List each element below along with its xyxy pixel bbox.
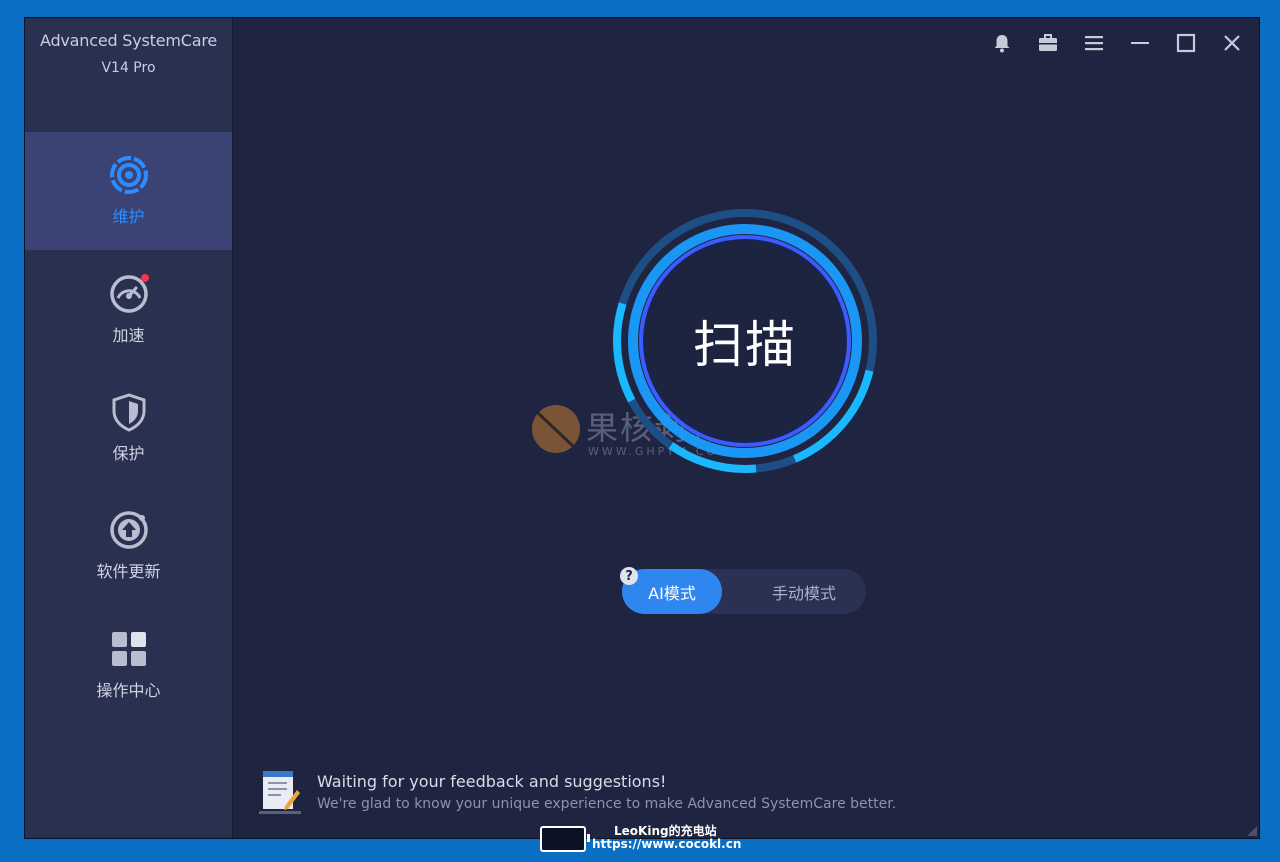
watermark-logo-icon <box>532 405 580 453</box>
sidebar-item-action-center[interactable]: 操作中心 <box>25 606 232 724</box>
maintenance-icon <box>109 155 149 195</box>
shield-icon <box>109 392 149 432</box>
sidebar-item-label: 软件更新 <box>96 562 161 581</box>
toolbox-icon <box>1039 34 1057 51</box>
close-icon <box>1224 35 1240 51</box>
notifications-button[interactable] <box>985 28 1019 58</box>
feedback-title: Waiting for your feedback and suggestion… <box>317 772 667 791</box>
resize-grip-icon[interactable] <box>1247 826 1257 836</box>
sidebar-item-label: 保护 <box>112 444 145 463</box>
scan-button[interactable] <box>613 209 877 473</box>
menu-icon <box>1085 36 1103 51</box>
maximize-button[interactable] <box>1169 28 1203 58</box>
speedometer-icon <box>109 274 149 314</box>
menu-button[interactable] <box>1077 28 1111 58</box>
mode-toggle: AI模式 手动模式 ? <box>620 567 866 614</box>
overlay-url: https://www.cocokl.cn <box>592 837 742 851</box>
app-window: Advanced SystemCare V14 Pro 维护 加速 保护 软件更… <box>24 17 1260 839</box>
sidebar-item-protect[interactable]: 保护 <box>25 369 232 487</box>
minimize-button[interactable] <box>1123 28 1157 58</box>
sidebar-item-maintenance[interactable]: 维护 <box>25 132 232 250</box>
notification-dot <box>140 274 149 282</box>
maximize-icon <box>1176 33 1196 53</box>
app-title: Advanced SystemCare <box>39 31 218 50</box>
sidebar-item-label: 加速 <box>112 326 145 345</box>
help-icon[interactable]: ? <box>620 567 638 585</box>
battery-icon <box>540 826 590 852</box>
overlay-badge: LeoKing的充电站 https://www.cocokl.cn <box>540 822 760 856</box>
sidebar-item-speedup[interactable]: 加速 <box>25 251 232 369</box>
toolbox-button[interactable] <box>1031 28 1065 58</box>
feedback-note-icon <box>259 771 301 814</box>
feedback-subtitle: We're glad to know your unique experienc… <box>317 796 897 812</box>
grid-icon <box>109 629 149 669</box>
feedback-banner[interactable]: Waiting for your feedback and suggestion… <box>259 766 899 818</box>
update-icon <box>109 510 149 550</box>
sidebar: Advanced SystemCare V14 Pro 维护 加速 保护 软件更… <box>25 18 233 838</box>
bell-icon <box>994 35 1010 53</box>
minimize-icon <box>1131 42 1149 44</box>
sidebar-item-label: 操作中心 <box>96 681 161 700</box>
window-controls <box>985 28 1249 58</box>
app-version: V14 Pro <box>101 60 156 76</box>
manual-mode-button[interactable]: 手动模式 <box>742 569 866 614</box>
sidebar-item-label: 维护 <box>112 207 145 226</box>
sidebar-item-software-update[interactable]: 软件更新 <box>25 487 232 605</box>
close-button[interactable] <box>1215 28 1249 58</box>
